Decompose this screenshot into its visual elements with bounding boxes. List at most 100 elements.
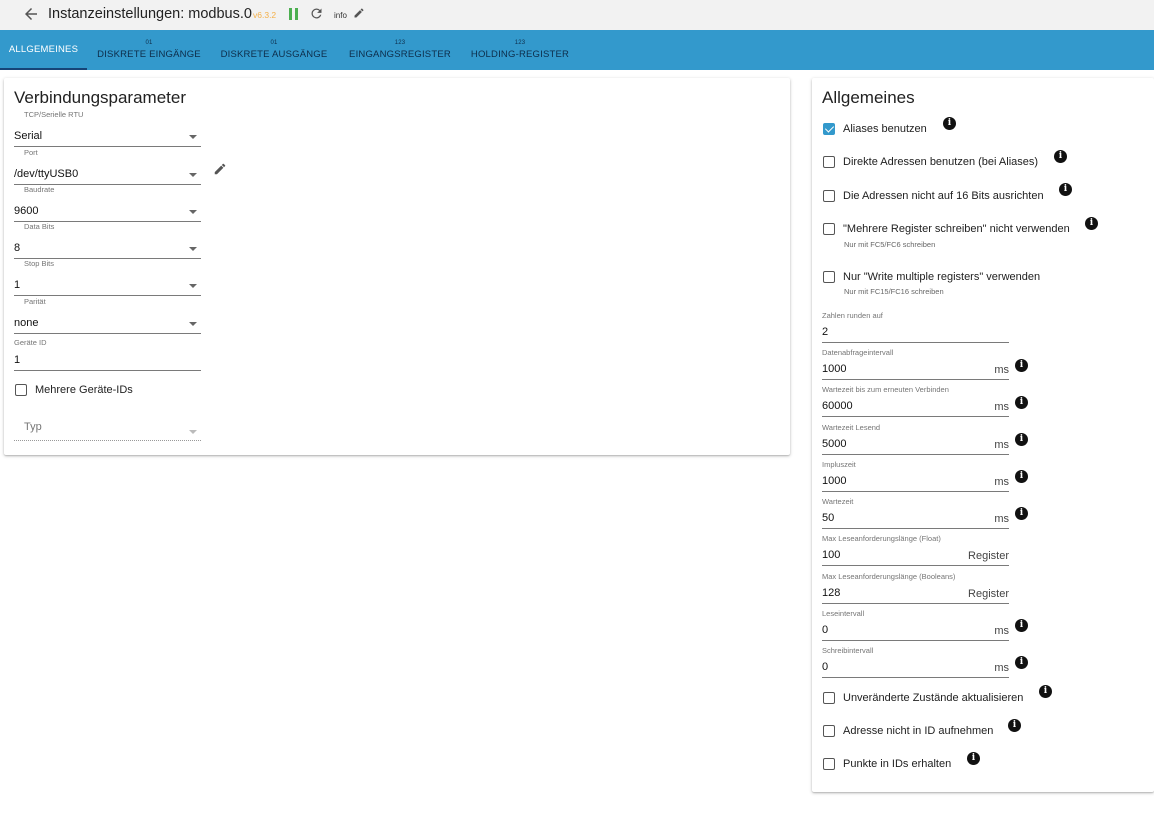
info-icon[interactable]: i bbox=[1015, 619, 1028, 632]
field-value: /dev/ttyUSB0 bbox=[14, 168, 79, 180]
field-underline bbox=[822, 640, 1009, 641]
poll-interval-input[interactable]: Datenabfrageintervall 1000 ms bbox=[822, 348, 1009, 380]
tab-holding-register[interactable]: 123 HOLDING-REGISTER bbox=[462, 30, 578, 70]
databits-select[interactable]: Data Bits 8 bbox=[14, 220, 201, 260]
no-16bit-align-checkbox[interactable] bbox=[823, 190, 835, 202]
field-value: 0 bbox=[822, 661, 829, 673]
typ-select[interactable]: Typ bbox=[14, 416, 201, 442]
no-multiple-write-checkbox[interactable] bbox=[823, 223, 835, 235]
tab-badge: 01 bbox=[270, 40, 278, 46]
field-unit: Register bbox=[968, 550, 1009, 562]
field-underline bbox=[822, 565, 1009, 566]
edit-icon[interactable] bbox=[213, 162, 227, 176]
field-value: 1 bbox=[14, 354, 21, 366]
parity-select[interactable]: Parität none bbox=[14, 295, 201, 335]
checkbox-label: Aliases benutzen bbox=[843, 123, 927, 135]
device-id-input[interactable]: Geräte ID 1 bbox=[14, 338, 201, 372]
port-select[interactable]: Port /dev/ttyUSB0 bbox=[14, 146, 201, 186]
field-label: Impluszeit bbox=[822, 460, 856, 469]
max-read-float-input[interactable]: Max Leseanforderungslänge (Float) 100 Re… bbox=[822, 534, 1009, 566]
field-value: 1000 bbox=[822, 363, 847, 375]
tab-diskrete-ausgaenge[interactable]: 01 DISKRETE AUSGÄNGE bbox=[212, 30, 336, 70]
info-icon[interactable]: i bbox=[1015, 656, 1028, 669]
field-underline bbox=[14, 333, 201, 334]
stopbits-select[interactable]: Stop Bits 1 bbox=[14, 257, 201, 297]
field-unit: ms bbox=[994, 364, 1009, 376]
field-unit: ms bbox=[994, 401, 1009, 413]
edit-icon[interactable] bbox=[353, 7, 365, 19]
info-icon[interactable]: i bbox=[1008, 719, 1021, 732]
info-icon[interactable]: i bbox=[1015, 470, 1028, 483]
chevron-down-icon bbox=[189, 173, 197, 177]
info-icon[interactable]: i bbox=[1015, 433, 1028, 446]
info-icon[interactable]: i bbox=[1015, 396, 1028, 409]
info-icon[interactable]: i bbox=[1015, 359, 1028, 372]
page-title: Instanzeinstellungen: modbus.0 bbox=[48, 6, 252, 22]
field-underline bbox=[14, 440, 201, 441]
multiple-device-ids-checkbox[interactable] bbox=[15, 384, 27, 396]
keep-dots-checkbox[interactable] bbox=[823, 758, 835, 770]
field-label: Baudrate bbox=[24, 185, 55, 194]
direct-addresses-checkbox[interactable] bbox=[823, 156, 835, 168]
tab-diskrete-eingaenge[interactable]: 01 DISKRETE EINGÄNGE bbox=[88, 30, 210, 70]
field-value: Serial bbox=[14, 130, 43, 142]
field-unit: ms bbox=[994, 513, 1009, 525]
tab-badge: 123 bbox=[514, 40, 526, 46]
field-unit: Register bbox=[968, 588, 1009, 600]
info-icon[interactable]: i bbox=[1015, 507, 1028, 520]
field-label: Parität bbox=[24, 297, 46, 306]
round-numbers-input[interactable]: Zahlen runden auf 2 bbox=[822, 311, 1009, 343]
field-label: Wartezeit bbox=[822, 497, 854, 506]
field-value: 5000 bbox=[822, 438, 847, 450]
update-unchanged-checkbox[interactable] bbox=[823, 692, 835, 704]
field-unit: ms bbox=[994, 625, 1009, 637]
info-icon[interactable]: i bbox=[967, 752, 980, 765]
info-icon[interactable]: i bbox=[943, 117, 956, 130]
tab-allgemeines[interactable]: ALLGEMEINES bbox=[0, 30, 87, 70]
field-underline bbox=[822, 677, 1009, 678]
aliases-checkbox[interactable] bbox=[823, 123, 835, 135]
info-icon[interactable]: i bbox=[1085, 217, 1098, 230]
info-icon[interactable]: i bbox=[1054, 150, 1067, 163]
no-address-in-id-checkbox[interactable] bbox=[823, 725, 835, 737]
max-read-bool-input[interactable]: Max Leseanforderungslänge (Booleans) 128… bbox=[822, 572, 1009, 604]
field-value: 1 bbox=[14, 279, 21, 291]
reload-icon[interactable] bbox=[309, 6, 324, 21]
info-link[interactable]: info bbox=[334, 11, 347, 20]
pause-icon[interactable] bbox=[288, 7, 300, 21]
field-label: Stop Bits bbox=[24, 259, 55, 268]
field-value: 128 bbox=[822, 587, 841, 599]
field-underline bbox=[822, 603, 1009, 604]
wait-time-input[interactable]: Wartezeit 50 ms bbox=[822, 497, 1009, 529]
field-value: 100 bbox=[822, 549, 841, 561]
field-underline bbox=[822, 379, 1009, 380]
checkbox-label: Direkte Adressen benutzen (bei Aliases) bbox=[843, 156, 1039, 168]
field-label: Zahlen runden auf bbox=[822, 311, 883, 320]
field-underline bbox=[822, 528, 1009, 529]
field-label: Leseintervall bbox=[822, 609, 865, 618]
type-select[interactable]: TCP/Serielle RTU Serial bbox=[14, 108, 201, 148]
info-icon[interactable]: i bbox=[1039, 685, 1052, 698]
field-value: 2 bbox=[822, 326, 829, 338]
field-value: none bbox=[14, 317, 39, 329]
checkbox-hint: Nur mit FC5/FC6 schreiben bbox=[844, 240, 936, 249]
field-label: Max Leseanforderungslänge (Float) bbox=[822, 534, 941, 543]
pulse-time-input[interactable]: Impluszeit 1000 ms bbox=[822, 460, 1009, 492]
checkbox-label: Unveränderte Zustände aktualisieren bbox=[843, 692, 1024, 704]
only-multiple-write-checkbox[interactable] bbox=[823, 271, 835, 283]
field-underline bbox=[822, 342, 1009, 343]
card-title: Allgemeines bbox=[822, 88, 915, 107]
field-underline bbox=[822, 491, 1009, 492]
checkbox-hint: Nur mit FC15/FC16 schreiben bbox=[844, 287, 944, 296]
field-label: Data Bits bbox=[24, 222, 55, 231]
reconnect-timeout-input[interactable]: Wartezeit bis zum erneuten Verbinden 600… bbox=[822, 385, 1009, 417]
read-timeout-input[interactable]: Wartezeit Lesend 5000 ms bbox=[822, 423, 1009, 455]
baudrate-select[interactable]: Baudrate 9600 bbox=[14, 183, 201, 223]
field-label: Geräte ID bbox=[14, 338, 47, 347]
tab-eingangsregister[interactable]: 123 EINGANGSREGISTER bbox=[340, 30, 460, 70]
write-interval-input[interactable]: Schreibintervall 0 ms bbox=[822, 646, 1009, 678]
info-icon[interactable]: i bbox=[1059, 183, 1072, 196]
arrow-back-icon[interactable] bbox=[22, 5, 40, 23]
read-interval-input[interactable]: Leseintervall 0 ms bbox=[822, 609, 1009, 641]
field-value: 8 bbox=[14, 242, 21, 254]
